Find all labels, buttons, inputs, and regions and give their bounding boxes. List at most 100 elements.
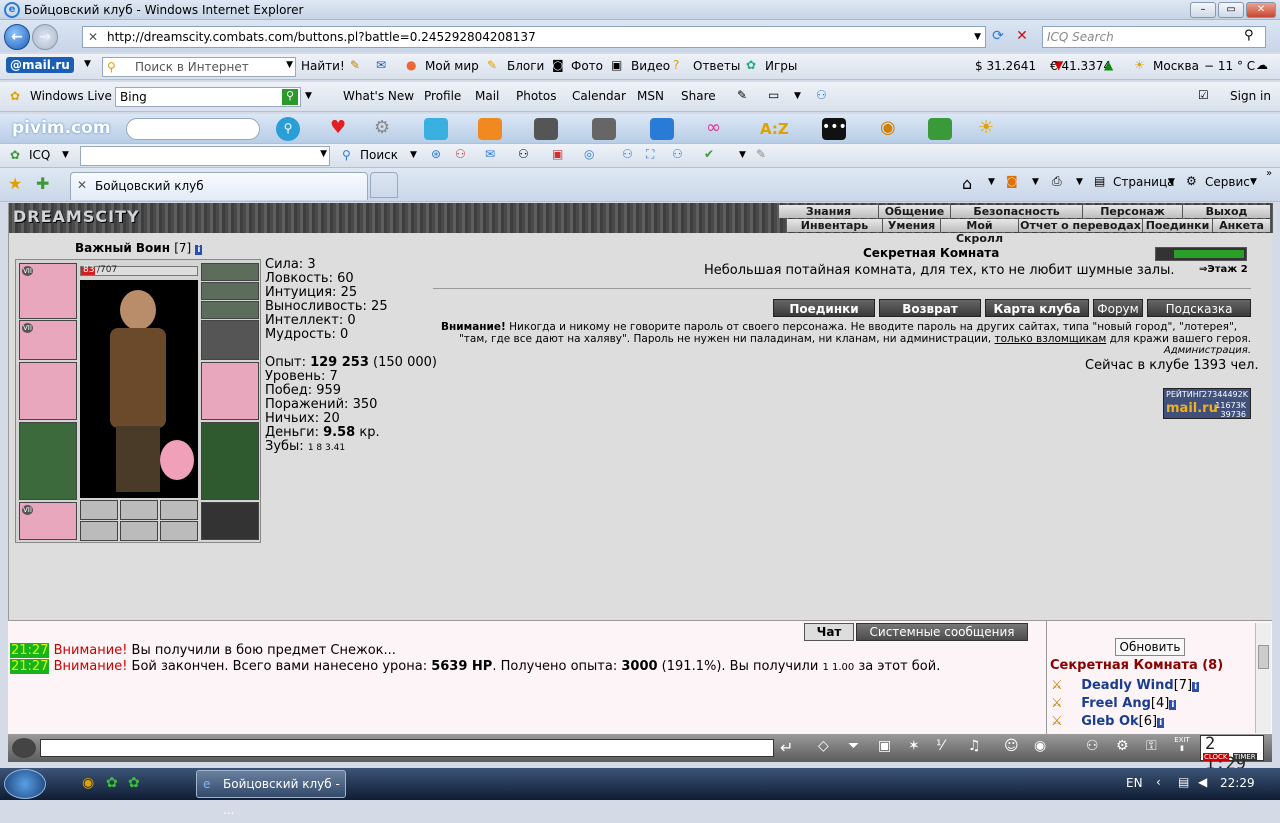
sound-icon[interactable]: ♫ <box>968 738 981 754</box>
print-icon[interactable]: ⎙ <box>1052 174 1062 189</box>
hint-button[interactable]: Подсказка <box>1147 299 1251 317</box>
menu-skills[interactable]: Умения <box>883 219 941 232</box>
character-avatar[interactable] <box>80 280 198 498</box>
chrome-icon[interactable]: ◉ <box>82 775 94 791</box>
people-icon[interactable]: ⚇ <box>518 147 529 161</box>
chevron-down-icon[interactable]: ▼ <box>988 177 995 187</box>
chat-input[interactable] <box>40 739 774 757</box>
volume-icon[interactable]: ◀ <box>1198 775 1207 789</box>
home-icon[interactable]: ⌂ <box>962 174 972 193</box>
password-icon[interactable]: ••• <box>822 118 847 140</box>
window-icon[interactable]: ▭ <box>768 88 779 102</box>
refresh-button[interactable]: Обновить <box>1115 638 1185 656</box>
scroll-slot[interactable] <box>80 521 118 541</box>
chevron-right-icon[interactable]: » <box>1266 168 1272 179</box>
save-icon[interactable]: ▣ <box>878 738 891 754</box>
photos-link[interactable]: Photos <box>516 89 556 103</box>
forward-button[interactable]: → <box>32 24 58 50</box>
network-icon[interactable]: ⚇ <box>622 147 633 161</box>
pencil-icon[interactable]: ✎ <box>350 58 360 72</box>
compass-icon[interactable]: ⊛ <box>431 147 441 161</box>
menu-inventory[interactable]: Инвентарь <box>787 219 883 232</box>
radio-icon[interactable] <box>534 118 558 140</box>
ring-slot[interactable] <box>80 500 118 520</box>
games-icon[interactable]: ◎ <box>584 147 594 161</box>
network-icon[interactable]: ▤ <box>1178 775 1189 789</box>
mail-icon[interactable]: ✉ <box>376 58 386 72</box>
blogs-link[interactable]: Блоги <box>507 59 544 73</box>
close-button[interactable]: ✕ <box>1246 2 1276 18</box>
club-map-button[interactable]: Карта клуба <box>985 299 1089 317</box>
armor-slot[interactable] <box>19 422 77 500</box>
chevron-down-icon[interactable]: ▼ <box>305 91 312 101</box>
favorites-star-icon[interactable]: ★ <box>8 174 22 193</box>
forum-button[interactable]: Форум <box>1093 299 1143 317</box>
wrench-icon[interactable]: ✎ <box>756 147 766 161</box>
url-field[interactable]: ✕ http://dreamscity.combats.com/buttons.p… <box>82 26 986 48</box>
icq-icon[interactable]: ✿ <box>128 775 140 791</box>
chevron-down-icon[interactable]: ▼ <box>320 149 327 159</box>
mailru-logo[interactable]: @mail.ru <box>6 57 74 73</box>
tools-menu[interactable]: Сервис <box>1205 175 1250 189</box>
translit-icon[interactable]: ⅟ <box>936 738 944 754</box>
player-row[interactable]: ⚔ Gleb Ok[6] i <box>1051 714 1165 729</box>
pivim-search-input[interactable] <box>126 118 260 140</box>
info-icon[interactable]: i <box>1157 718 1165 728</box>
scroll-slot[interactable] <box>120 521 158 541</box>
whats-new-link[interactable]: What's New <box>343 89 414 103</box>
helmet-icon[interactable]: ◉ <box>1034 738 1046 754</box>
chat-icon[interactable]: ✉ <box>485 147 495 161</box>
share-link[interactable]: Share <box>681 89 716 103</box>
player-name[interactable]: Deadly Wind <box>1081 678 1174 693</box>
tab-chat[interactable]: Чат <box>804 623 854 641</box>
menu-battles[interactable]: Поединки <box>1143 219 1213 232</box>
scrollbar-thumb[interactable] <box>1258 645 1269 669</box>
smile-menu-icon[interactable] <box>12 738 36 758</box>
return-button[interactable]: Возврат <box>879 299 981 317</box>
mail-link[interactable]: Mail <box>475 89 499 103</box>
info-icon[interactable]: i <box>1169 700 1177 710</box>
gloves-slot[interactable] <box>201 320 259 360</box>
helmet-slot[interactable]: VII <box>19 263 77 319</box>
mymir-link[interactable]: Мой мир <box>425 59 479 73</box>
add-favorite-icon[interactable]: ✚ <box>36 174 49 193</box>
message-time[interactable]: 21:27 <box>10 643 50 658</box>
back-button[interactable]: ← <box>4 24 30 50</box>
profile-link[interactable]: Profile <box>424 89 461 103</box>
menu-transfers[interactable]: Отчет о переводах <box>1019 219 1143 232</box>
rss-icon[interactable] <box>478 118 502 140</box>
language-indicator[interactable]: EN <box>1126 776 1143 790</box>
chevron-down-icon[interactable]: ▼ <box>410 150 417 160</box>
weapon-left-slot[interactable] <box>19 362 77 420</box>
people-icon[interactable]: ⚇ <box>816 88 827 102</box>
floor-label[interactable]: ⇒Этаж 2 <box>1199 264 1248 275</box>
edit-icon[interactable]: ✎ <box>737 88 747 102</box>
windows-live-brand[interactable]: Windows Live <box>30 89 112 103</box>
stop-icon[interactable]: ✕ <box>1012 28 1032 46</box>
refresh-icon[interactable]: ⟳ <box>988 28 1008 46</box>
send-icon[interactable]: ↵ <box>780 738 793 757</box>
chevron-down-icon[interactable]: ▼ <box>739 150 746 160</box>
menu-knowledge[interactable]: Знания <box>779 205 879 218</box>
hackers-link[interactable]: только взломщикам <box>994 333 1106 345</box>
icq-label[interactable]: ICQ <box>29 148 50 162</box>
menu-exit[interactable]: Выход <box>1183 205 1271 218</box>
menu-profile[interactable]: Анкета <box>1213 219 1271 232</box>
player-row[interactable]: ⚔ Deadly Wind[7] i <box>1051 678 1200 693</box>
chevron-down-icon[interactable]: ▼ <box>84 59 91 69</box>
pants-slot[interactable] <box>201 422 259 500</box>
search-icon[interactable]: ⚲ <box>282 89 298 105</box>
ring-slot[interactable] <box>120 500 158 520</box>
icq-search-input[interactable]: ICQ Search <box>1042 26 1266 48</box>
menu-social[interactable]: Общение <box>879 205 951 218</box>
icq-icon[interactable]: ✿ <box>106 775 118 791</box>
ring-slot[interactable] <box>160 500 198 520</box>
lock-icon[interactable]: ⚿ <box>1146 738 1157 754</box>
gear-icon[interactable]: ⚙ <box>374 117 390 138</box>
tray-clock[interactable]: 22:29 <box>1220 776 1255 790</box>
icq-search-button[interactable]: Поиск <box>360 148 398 162</box>
stocks-icon[interactable] <box>928 118 952 140</box>
bing-search-input[interactable]: Bing ⚲ <box>115 87 301 107</box>
chevron-down-icon[interactable]: ▼ <box>1168 177 1175 187</box>
fight-icon[interactable]: ✶ <box>908 738 920 754</box>
